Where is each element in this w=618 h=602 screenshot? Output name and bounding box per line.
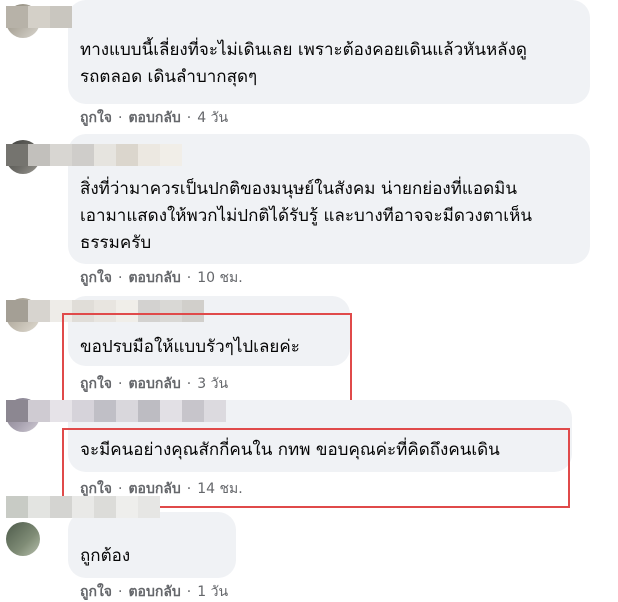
separator-dot: · (186, 270, 192, 286)
comment-timestamp[interactable]: 14 ชม. (197, 479, 242, 499)
commenter-avatar[interactable] (6, 522, 40, 556)
reply-link[interactable]: ตอบกลับ (128, 374, 180, 394)
comment-timestamp[interactable]: 10 ชม. (197, 268, 242, 288)
reply-link[interactable]: ตอบกลับ (128, 582, 180, 602)
like-link[interactable]: ถูกใจ (80, 268, 112, 288)
separator-dot: · (186, 376, 192, 392)
separator-dot: · (118, 110, 123, 126)
commenter-name-blurred[interactable] (6, 400, 226, 422)
separator-dot: · (118, 584, 123, 600)
comment-text: ถูกต้อง (80, 546, 131, 566)
comment-text: ขอปรบมือให้แบบรัวๆไปเลยค่ะ (80, 337, 300, 357)
like-link[interactable]: ถูกใจ (80, 582, 112, 602)
commenter-name-blurred[interactable] (6, 300, 204, 322)
like-link[interactable]: ถูกใจ (80, 374, 112, 394)
separator-dot: · (186, 584, 192, 600)
separator-dot: · (186, 110, 192, 126)
commenter-name-blurred[interactable] (6, 6, 72, 28)
comment-actions: ถูกใจ · ตอบกลับ · 10 ชม. (80, 268, 243, 288)
like-link[interactable]: ถูกใจ (80, 108, 112, 128)
separator-dot: · (118, 270, 123, 286)
comment-timestamp[interactable]: 3 วัน (197, 374, 228, 394)
commenter-name-blurred[interactable] (6, 144, 182, 166)
comment-actions: ถูกใจ · ตอบกลับ · 1 วัน (80, 582, 228, 602)
comment-timestamp[interactable]: 4 วัน (197, 108, 228, 128)
comment-actions: ถูกใจ · ตอบกลับ · 4 วัน (80, 108, 228, 128)
commenter-name-blurred[interactable] (6, 496, 160, 518)
separator-dot: · (186, 481, 192, 497)
comment-timestamp[interactable]: 1 วัน (197, 582, 228, 602)
comment-actions: ถูกใจ · ตอบกลับ · 3 วัน (80, 374, 228, 394)
comment-text: จะมีคนอย่างคุณสักกี่คนใน กทพ ขอบคุณค่ะที… (80, 440, 500, 460)
comment-text: สิ่งที่ว่ามาควรเป็นปกติของมนุษย์ในสังคม … (80, 179, 532, 253)
reply-link[interactable]: ตอบกลับ (128, 108, 180, 128)
reply-link[interactable]: ตอบกลับ (128, 268, 180, 288)
separator-dot: · (118, 376, 123, 392)
comment-text: ทางแบบนี้เลี่ยงที่จะไม่เดินเลย เพราะต้อง… (80, 40, 527, 87)
